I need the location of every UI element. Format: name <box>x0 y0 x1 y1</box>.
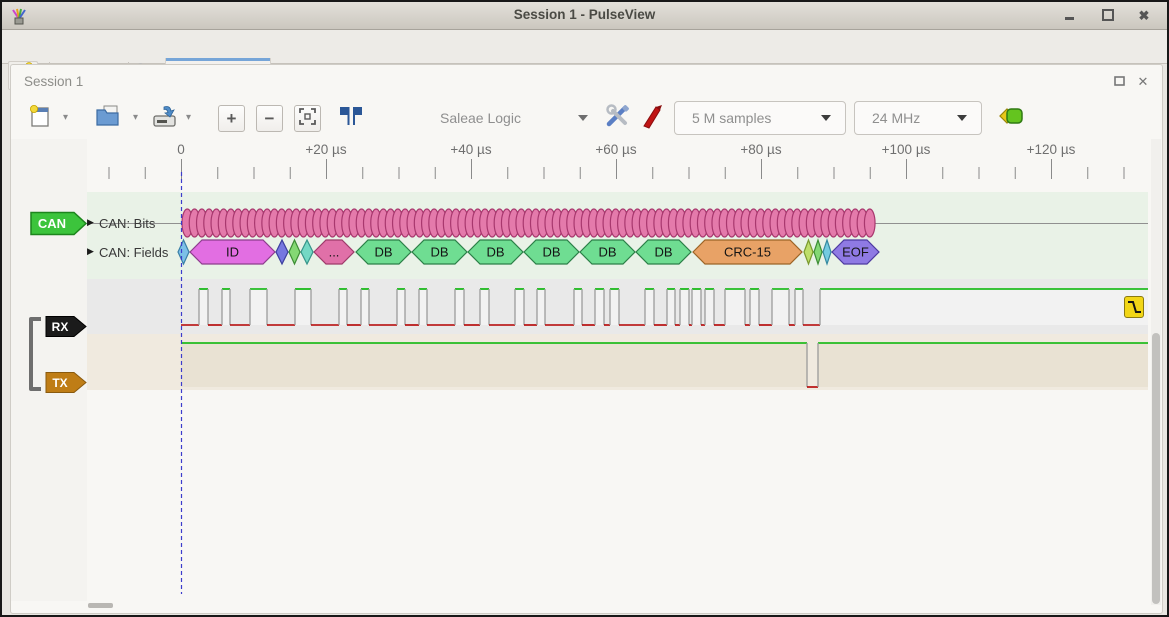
svg-text:TX: TX <box>52 376 67 390</box>
sample-rate-value: 24 MHz <box>855 110 957 126</box>
pulseview-window: Session 1 - PulseView ✖ Run <box>0 0 1169 617</box>
chevron-down-icon <box>578 115 588 121</box>
configure-device-button[interactable] <box>603 105 633 132</box>
channels-icon <box>995 105 1027 132</box>
channel-tag-can[interactable]: CAN <box>30 211 88 236</box>
plus-icon: + <box>227 109 237 129</box>
open-folder-icon <box>95 104 122 133</box>
cursors-flags-icon <box>337 104 364 133</box>
channel-tag-tx[interactable]: TX <box>45 371 88 394</box>
expander-can-fields-icon[interactable]: ▶ <box>87 246 94 257</box>
save-dropdown-icon[interactable]: ▾ <box>186 112 191 123</box>
decoder-band[interactable] <box>87 192 1148 279</box>
wrench-screwdriver-icon <box>604 103 632 134</box>
save-icon <box>151 104 178 133</box>
open-file-dropdown-icon[interactable]: ▾ <box>133 112 138 123</box>
expander-can-bits-icon[interactable]: ▶ <box>87 217 94 228</box>
tab-active-indicator <box>166 58 270 61</box>
zoom-out-button[interactable]: − <box>256 105 283 132</box>
zoom-in-button[interactable]: + <box>218 105 245 132</box>
channels-button[interactable] <box>994 105 1028 132</box>
channel-tag-rx[interactable]: RX <box>45 315 88 338</box>
dock-close-button[interactable]: ✕ <box>1134 74 1152 90</box>
channel-group-bracket[interactable] <box>24 316 44 392</box>
minus-icon: − <box>265 109 275 129</box>
svg-text:CAN: CAN <box>38 216 66 231</box>
probe-connect-button[interactable] <box>640 105 666 132</box>
horizontal-scrollbar-handle[interactable] <box>88 603 113 608</box>
zoom-fit-button[interactable] <box>294 105 321 132</box>
new-file-dropdown-icon[interactable]: ▾ <box>63 112 68 123</box>
trigger-marker[interactable] <box>1124 296 1144 318</box>
vertical-scrollbar-handle[interactable] <box>1152 333 1160 604</box>
save-button[interactable] <box>150 105 178 132</box>
main-toolbar: Run Session 1 ✕ <box>2 30 1167 64</box>
falling-edge-icon <box>1125 304 1143 321</box>
sample-count-select[interactable]: 5 M samples <box>674 101 846 135</box>
open-file-button[interactable] <box>94 105 122 132</box>
show-cursors-button[interactable] <box>336 105 364 132</box>
rx-band[interactable] <box>87 279 1148 334</box>
device-select[interactable]: Saleae Logic <box>430 101 602 135</box>
tx-band[interactable] <box>87 334 1148 390</box>
channel-label-column <box>11 139 87 601</box>
zoom-fit-icon <box>299 108 316 130</box>
probe-icon <box>641 103 665 134</box>
decoder-row-fields-label: CAN: Fields <box>99 245 168 260</box>
sample-count-value: 5 M samples <box>675 110 821 126</box>
minimize-button[interactable] <box>1058 8 1082 24</box>
svg-text:RX: RX <box>52 320 69 334</box>
chevron-down-icon <box>957 115 967 121</box>
maximize-button[interactable] <box>1096 8 1120 24</box>
chevron-down-icon <box>821 115 831 121</box>
dock-float-button[interactable] <box>1110 74 1128 90</box>
window-title: Session 1 - PulseView <box>2 7 1167 22</box>
new-file-icon <box>29 104 51 133</box>
close-button[interactable]: ✖ <box>1132 8 1156 24</box>
new-file-button[interactable] <box>28 105 52 132</box>
decoder-row-bits-label: CAN: Bits <box>99 216 155 231</box>
sample-rate-select[interactable]: 24 MHz <box>854 101 982 135</box>
device-select-value: Saleae Logic <box>430 110 578 126</box>
dock-title: Session 1 <box>24 74 83 89</box>
titlebar[interactable]: Session 1 - PulseView ✖ <box>2 2 1167 30</box>
